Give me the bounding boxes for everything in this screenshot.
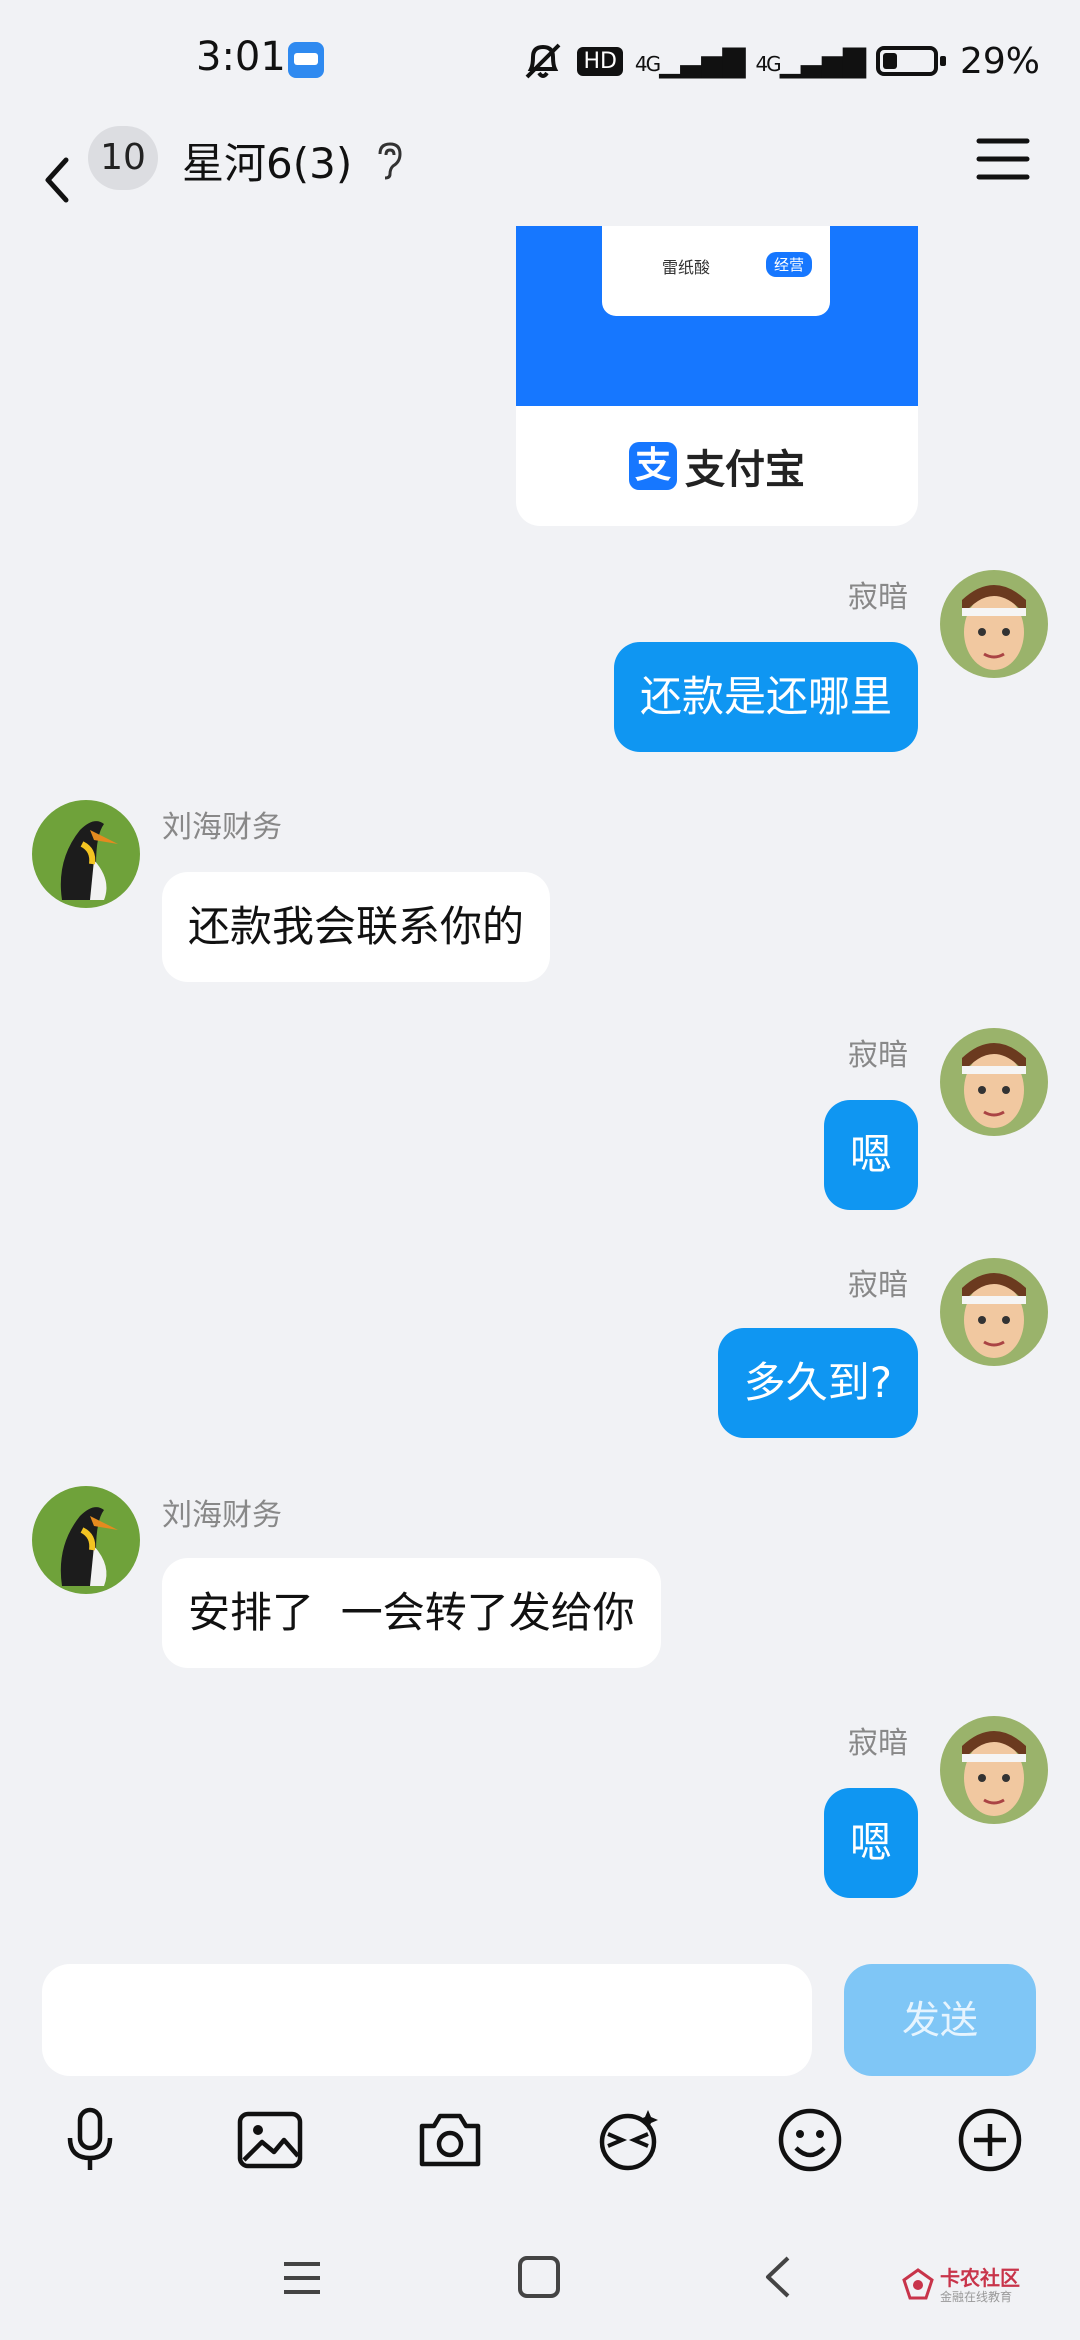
- battery-icon: [875, 46, 946, 76]
- status-time: 3:01: [196, 34, 286, 80]
- message-bubble-out[interactable]: 嗯: [823, 1100, 918, 1210]
- watermark: 卡农社区 金融在线教育: [900, 2262, 1060, 2322]
- sender-name: 刘海财务: [162, 810, 282, 845]
- status-indicators: HD 4G▁▃▅▇ 4G▁▃▅▇ 29%: [521, 36, 1040, 86]
- home-icon[interactable]: [516, 2254, 562, 2300]
- battery-fill: [882, 53, 897, 69]
- back-arrow-icon[interactable]: [36, 156, 84, 204]
- merchant-name: 雷纸酸: [662, 258, 711, 277]
- ear-icon: [378, 142, 402, 180]
- chat-header: [0, 126, 1080, 226]
- avatar-self[interactable]: [940, 1258, 1048, 1366]
- watermark-logo-icon: [902, 2268, 934, 2300]
- sender-name: 寂暗: [848, 1038, 908, 1073]
- send-button[interactable]: 发送: [844, 1964, 1036, 2076]
- image-icon[interactable]: [234, 2104, 306, 2176]
- recent-apps-icon[interactable]: [280, 2256, 324, 2300]
- avatar-contact[interactable]: [32, 800, 140, 908]
- watermark-title: 卡农社区: [940, 2266, 1020, 2290]
- microphone-icon[interactable]: [54, 2104, 126, 2176]
- avatar-self[interactable]: [940, 1028, 1048, 1136]
- nav-back-icon[interactable]: [760, 2254, 796, 2300]
- wallet-notification-icon: [288, 42, 324, 78]
- avatar-contact[interactable]: [32, 1486, 140, 1594]
- plus-icon[interactable]: [954, 2104, 1026, 2176]
- chat-title[interactable]: 星河6(3): [182, 130, 352, 191]
- unread-count-badge[interactable]: 10: [88, 126, 158, 190]
- signal-2-label: 4G▁▃▅▇: [755, 43, 866, 79]
- sender-name: 寂暗: [848, 1268, 908, 1303]
- message-bubble-out[interactable]: 还款是还哪里: [613, 642, 918, 752]
- message-input[interactable]: [42, 1964, 812, 2076]
- avatar-self[interactable]: [940, 1716, 1048, 1824]
- sticker-icon[interactable]: [594, 2104, 666, 2176]
- menu-icon[interactable]: [976, 136, 1030, 182]
- battery-percent: 29%: [959, 40, 1040, 82]
- sender-name: 寂暗: [848, 1726, 908, 1761]
- avatar-self[interactable]: [940, 570, 1048, 678]
- alipay-brand-text: 支付宝: [685, 447, 805, 493]
- hd-badge: HD: [577, 46, 623, 76]
- camera-icon[interactable]: [414, 2104, 486, 2176]
- message-bubble-out[interactable]: 多久到?: [717, 1328, 918, 1438]
- alipay-logo-icon: 支: [629, 442, 677, 490]
- message-bubble-in[interactable]: 还款我会联系你的: [162, 872, 551, 982]
- signal-1-label: 4G▁▃▅▇: [634, 43, 746, 79]
- mute-bell-icon: [526, 43, 561, 79]
- message-bubble-out[interactable]: 嗯: [823, 1788, 918, 1898]
- merchant-tag: 经营: [766, 252, 813, 277]
- alipay-brand: 支 支付宝: [516, 406, 918, 526]
- sender-name: 寂暗: [848, 580, 908, 615]
- sender-name: 刘海财务: [162, 1498, 282, 1533]
- emoji-icon[interactable]: [774, 2104, 846, 2176]
- watermark-subtitle: 金融在线教育: [940, 2290, 1013, 2304]
- message-bubble-in[interactable]: 安排了 一会转了发给你: [162, 1558, 661, 1668]
